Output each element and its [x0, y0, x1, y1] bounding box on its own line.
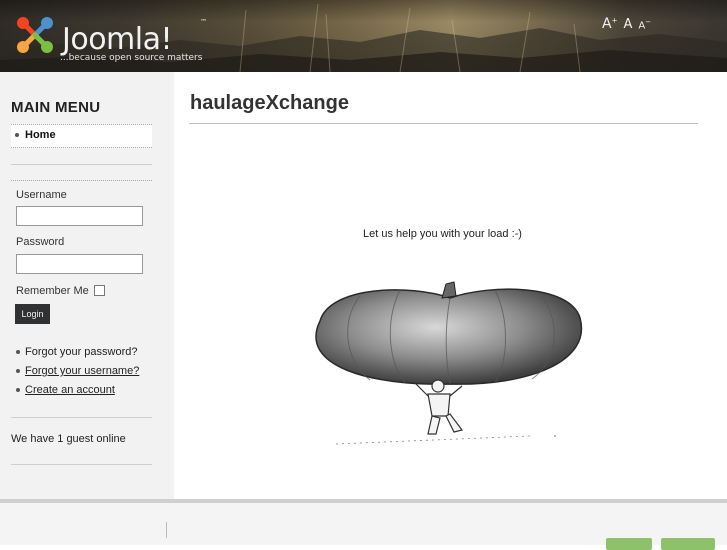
pumpkin-carrier-illustration — [315, 281, 583, 445]
username-label: Username — [16, 189, 67, 201]
validation-badge-xhtml[interactable] — [606, 538, 652, 550]
forgot-username-link[interactable]: Forgot your username? — [25, 365, 139, 377]
font-reset-button[interactable]: A — [623, 17, 632, 32]
logo-tagline: ...because open source matters — [60, 53, 203, 63]
title-divider — [189, 123, 698, 124]
remember-me-label: Remember Me — [16, 285, 89, 297]
joomla-logo-icon — [17, 17, 53, 53]
remember-me-checkbox[interactable] — [94, 285, 105, 296]
divider — [11, 464, 152, 465]
divider — [11, 417, 152, 418]
create-account-link[interactable]: Create an account — [25, 384, 115, 396]
create-account-item[interactable]: Create an account — [16, 384, 115, 396]
forgot-password-link[interactable]: Forgot your password? — [25, 346, 138, 358]
password-input[interactable] — [16, 254, 143, 274]
site-header: Joomla! ™ ...because open source matters… — [0, 0, 727, 72]
password-label: Password — [16, 236, 65, 248]
divider — [11, 164, 152, 165]
minus-icon: − — [645, 17, 652, 26]
plus-icon: + — [611, 16, 618, 25]
page-title: haulageXchange — [190, 92, 349, 114]
bullet-icon — [16, 369, 20, 374]
article-tagline: Let us help you with your load :-) — [363, 228, 522, 240]
forgot-password-item[interactable]: Forgot your password? — [16, 346, 138, 358]
font-bigger-button[interactable]: A+ — [602, 16, 617, 32]
main-menu-title: MAIN MENU — [11, 99, 101, 116]
who-is-online-text: We have 1 guest online — [11, 433, 126, 445]
username-input[interactable] — [16, 206, 143, 226]
font-bigger-label: A — [602, 16, 612, 32]
forgot-username-item[interactable]: Forgot your username? — [16, 365, 139, 377]
divider — [11, 180, 152, 181]
login-button[interactable]: Login — [15, 304, 50, 324]
font-smaller-button[interactable]: A− — [638, 18, 651, 31]
validation-badge-css[interactable] — [661, 538, 715, 550]
logo-wordmark: Joomla! — [62, 22, 173, 57]
menu-item-home-label: Home — [25, 129, 56, 141]
bullet-icon — [16, 388, 20, 393]
menu-item-home[interactable]: Home — [15, 129, 56, 141]
joomla-logo[interactable]: Joomla! ™ ...because open source matters — [14, 12, 214, 66]
sidebar: MAIN MENU Home Username Password Remembe… — [0, 72, 174, 500]
bullet-icon — [15, 133, 19, 138]
bullet-icon — [16, 350, 20, 355]
logo-trademark: ™ — [200, 18, 207, 26]
font-size-controls: A+ A A− — [602, 16, 651, 36]
main-menu-list: Home — [11, 124, 152, 148]
footer-separator — [166, 522, 167, 538]
